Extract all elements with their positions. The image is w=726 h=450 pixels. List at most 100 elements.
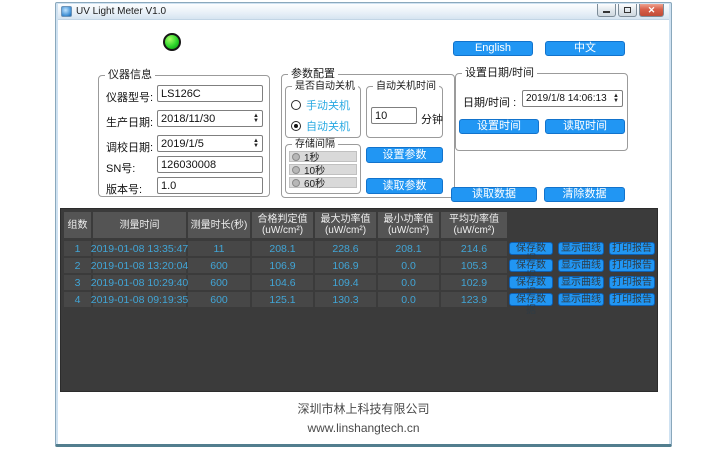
calibration-date-field[interactable] bbox=[157, 135, 263, 152]
calibration-date-spin-buttons: ▲ ▼ bbox=[251, 135, 261, 152]
instrument-info-group: 仪器信息 仪器型号: 生产日期: ▲ ▼ 调校日期: ▲ ▼ bbox=[98, 75, 270, 197]
cell-duration: 600 bbox=[188, 258, 250, 273]
header-avg-value: 平均功率值(uW/cm²) bbox=[441, 212, 507, 238]
save-data-button[interactable]: 保存数据 bbox=[509, 259, 553, 272]
title-bar[interactable]: UV Light Meter V1.0 ✕ bbox=[58, 4, 669, 20]
cell-max: 130.3 bbox=[315, 292, 376, 307]
cell-duration: 11 bbox=[188, 241, 250, 256]
cell-max: 228.6 bbox=[315, 241, 376, 256]
app-window: UV Light Meter V1.0 ✕ English 中文 仪器信息 仪器… bbox=[55, 2, 672, 447]
set-params-button[interactable]: 设置参数 bbox=[366, 147, 443, 163]
header-actions bbox=[509, 212, 656, 238]
show-curve-button[interactable]: 显示曲线 bbox=[558, 276, 604, 289]
production-date-field[interactable] bbox=[157, 110, 263, 127]
calibration-date-label: 调校日期: bbox=[106, 139, 153, 155]
storage-interval-group: 存储间隔 1秒 10秒 60秒 bbox=[285, 144, 361, 194]
website-url: www.linshangtech.cn bbox=[58, 421, 669, 435]
cell-time: 2019-01-08 13:20:04 bbox=[93, 258, 186, 273]
cell-time: 2019-01-08 09:19:35 bbox=[93, 292, 186, 307]
close-icon: ✕ bbox=[648, 6, 656, 15]
print-report-button[interactable]: 打印报告 bbox=[609, 242, 655, 255]
close-button[interactable]: ✕ bbox=[639, 4, 664, 17]
table-row: 3 2019-01-08 10:29:40 600 104.6 109.4 0.… bbox=[64, 275, 654, 290]
client-area: English 中文 仪器信息 仪器型号: 生产日期: ▲ ▼ 调校日期: bbox=[58, 20, 669, 444]
shutdown-time-unit: 分钟 bbox=[421, 111, 443, 127]
serial-number-label: SN号: bbox=[106, 160, 135, 176]
cell-avg: 105.3 bbox=[441, 258, 507, 273]
cell-pass: 125.1 bbox=[252, 292, 313, 307]
save-data-button[interactable]: 保存数据 bbox=[509, 276, 553, 289]
read-time-button[interactable]: 读取时间 bbox=[545, 119, 625, 134]
window-controls: ✕ bbox=[597, 4, 664, 17]
storage-option-row: 60秒 bbox=[289, 177, 357, 188]
cell-time: 2019-01-08 10:29:40 bbox=[93, 275, 186, 290]
auto-shutdown-radio[interactable] bbox=[291, 121, 301, 131]
show-curve-button[interactable]: 显示曲线 bbox=[558, 242, 604, 255]
datetime-spin-buttons: ▲ ▼ bbox=[611, 90, 621, 107]
save-data-button[interactable]: 保存数据 bbox=[509, 242, 553, 255]
print-report-button[interactable]: 打印报告 bbox=[609, 276, 655, 289]
table-row: 1 2019-01-08 13:35:47 11 208.1 228.6 208… bbox=[64, 241, 654, 256]
serial-number-field[interactable] bbox=[157, 156, 263, 173]
production-date-spin-buttons: ▲ ▼ bbox=[251, 110, 261, 127]
manual-shutdown-radio[interactable] bbox=[291, 100, 301, 110]
cell-pass: 106.9 bbox=[252, 258, 313, 273]
row-actions: 保存数据 显示曲线 打印报告 bbox=[509, 292, 656, 307]
header-min-value: 最小功率值(uW/cm²) bbox=[378, 212, 439, 238]
screenshot-root: UV Light Meter V1.0 ✕ English 中文 仪器信息 仪器… bbox=[0, 0, 726, 450]
header-max-value: 最大功率值(uW/cm²) bbox=[315, 212, 376, 238]
cell-pass: 208.1 bbox=[252, 241, 313, 256]
cell-group: 4 bbox=[64, 292, 91, 307]
auto-shutdown-label: 自动关机 bbox=[306, 118, 350, 134]
auto-shutdown-group: 是否自动关机 手动关机 自动关机 bbox=[285, 86, 361, 138]
cell-min: 0.0 bbox=[378, 275, 439, 290]
datetime-field[interactable] bbox=[522, 90, 623, 107]
show-curve-button[interactable]: 显示曲线 bbox=[558, 259, 604, 272]
row-actions: 保存数据 显示曲线 打印报告 bbox=[509, 241, 656, 256]
read-data-button[interactable]: 读取数据 bbox=[451, 187, 537, 202]
cell-duration: 600 bbox=[188, 275, 250, 290]
english-language-button[interactable]: English bbox=[453, 41, 533, 56]
storage-option-row: 10秒 bbox=[289, 164, 357, 175]
save-data-button[interactable]: 保存数据 bbox=[509, 293, 553, 306]
maximize-icon bbox=[624, 7, 631, 13]
print-report-button[interactable]: 打印报告 bbox=[609, 293, 655, 306]
maximize-button[interactable] bbox=[618, 4, 637, 17]
production-date-label: 生产日期: bbox=[106, 114, 153, 130]
cell-avg: 102.9 bbox=[441, 275, 507, 290]
cell-max: 109.4 bbox=[315, 275, 376, 290]
production-date-spinner: ▲ ▼ bbox=[157, 110, 263, 127]
clear-data-button[interactable]: 清除数据 bbox=[544, 187, 625, 202]
interval-1s-radio[interactable] bbox=[292, 153, 300, 161]
datetime-label: 日期/时间 : bbox=[463, 94, 516, 110]
model-field[interactable] bbox=[157, 85, 263, 102]
row-actions: 保存数据 显示曲线 打印报告 bbox=[509, 258, 656, 273]
shutdown-time-group: 自动关机时间 分钟 bbox=[366, 86, 443, 138]
interval-10s-radio[interactable] bbox=[292, 166, 300, 174]
interval-60s-radio[interactable] bbox=[292, 179, 300, 187]
header-group: 组数 bbox=[64, 212, 91, 238]
chinese-language-button[interactable]: 中文 bbox=[545, 41, 625, 56]
spinner-down-icon[interactable]: ▼ bbox=[253, 144, 259, 149]
model-label: 仪器型号: bbox=[106, 89, 153, 105]
minimize-icon bbox=[603, 11, 610, 13]
set-time-button[interactable]: 设置时间 bbox=[459, 119, 539, 134]
table-header-row: 组数 测量时间 测量时长(秒) 合格判定值(uW/cm²) 最大功率值(uW/c… bbox=[64, 212, 654, 238]
shutdown-time-title: 自动关机时间 bbox=[373, 80, 439, 93]
shutdown-time-field[interactable] bbox=[371, 107, 417, 124]
manual-shutdown-label: 手动关机 bbox=[306, 97, 350, 113]
minimize-button[interactable] bbox=[597, 4, 616, 17]
version-field[interactable] bbox=[157, 177, 263, 194]
spinner-down-icon[interactable]: ▼ bbox=[613, 99, 619, 104]
window-title: UV Light Meter V1.0 bbox=[76, 6, 166, 17]
header-duration: 测量时长(秒) bbox=[188, 212, 250, 238]
cell-max: 106.9 bbox=[315, 258, 376, 273]
print-report-button[interactable]: 打印报告 bbox=[609, 259, 655, 272]
interval-60s-label: 60秒 bbox=[304, 175, 325, 190]
spinner-down-icon[interactable]: ▼ bbox=[253, 119, 259, 124]
read-params-button[interactable]: 读取参数 bbox=[366, 178, 443, 194]
header-time: 测量时间 bbox=[93, 212, 186, 238]
cell-avg: 123.9 bbox=[441, 292, 507, 307]
instrument-info-title: 仪器信息 bbox=[105, 69, 155, 82]
show-curve-button[interactable]: 显示曲线 bbox=[558, 293, 604, 306]
